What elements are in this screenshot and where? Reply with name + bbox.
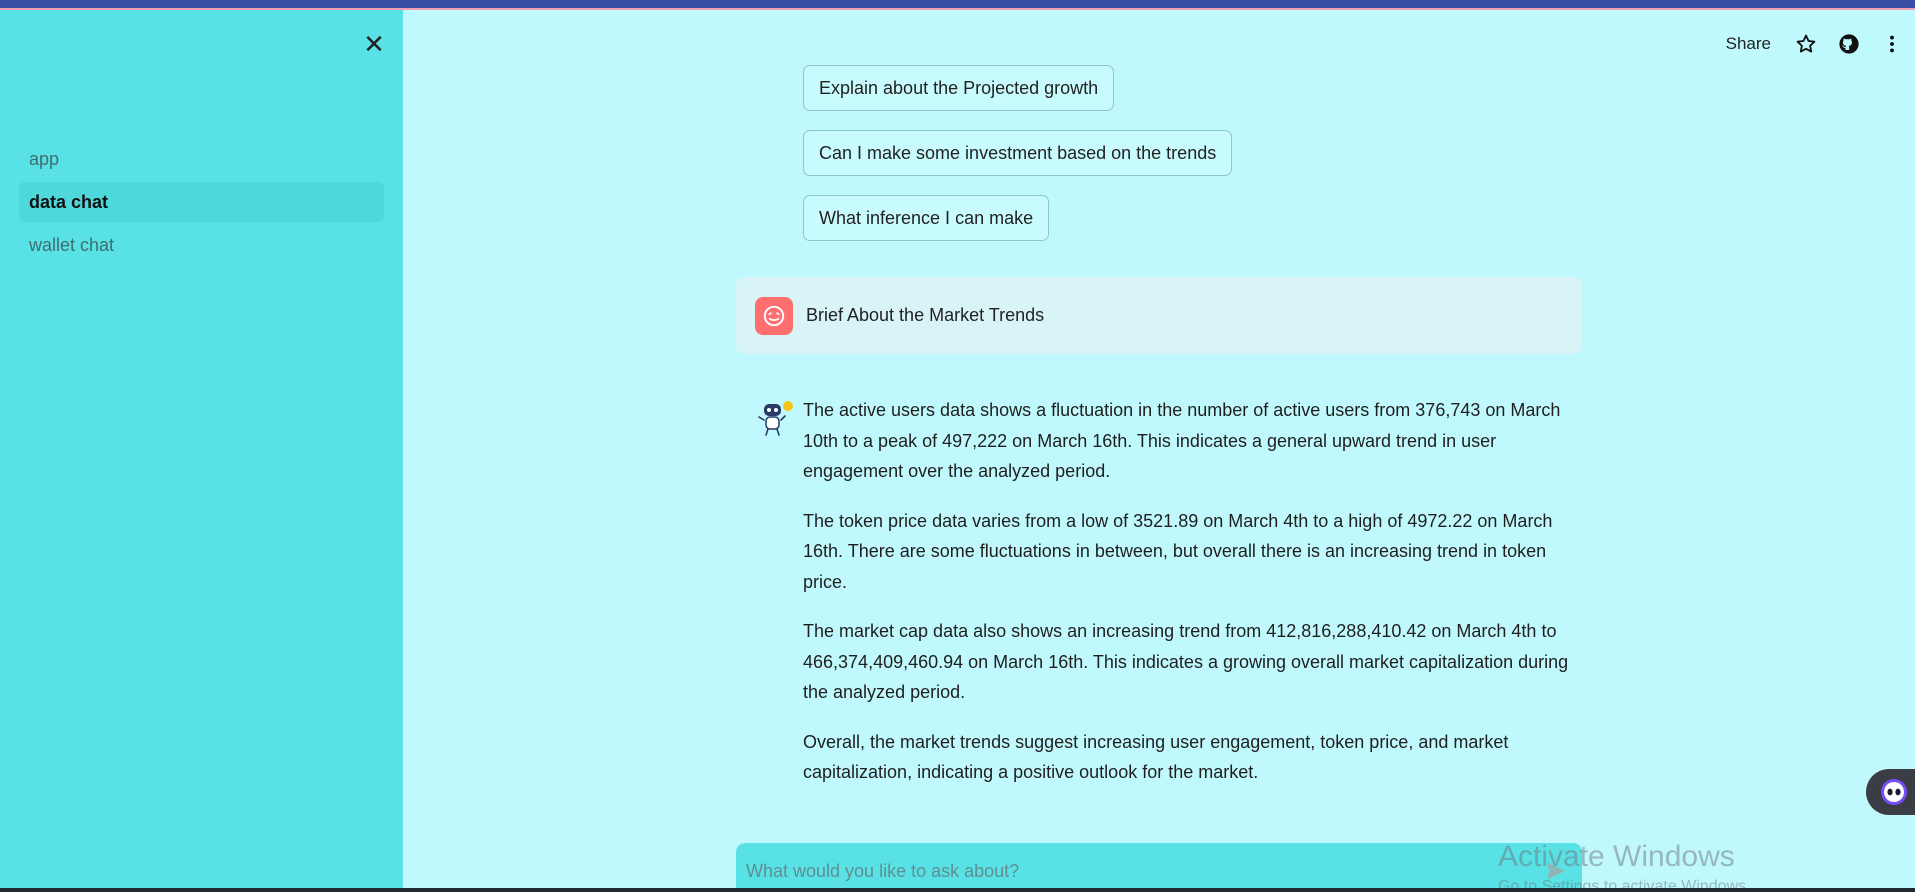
assistant-paragraph: The active users data shows a fluctuatio…	[803, 400, 1561, 481]
header-toolbar: Share	[1726, 26, 1915, 62]
star-icon[interactable]	[1793, 31, 1819, 57]
sidebar-item-app[interactable]: app	[19, 139, 384, 179]
sidebar-item-wallet-chat[interactable]: wallet chat	[19, 225, 384, 265]
assistant-paragraph: Overall, the market trends suggest incre…	[803, 731, 1509, 783]
assistant-paragraph: The market cap data also shows an increa…	[803, 621, 1569, 702]
suggestion-list: Explain about the Projected growth Can I…	[803, 65, 1233, 260]
suggestion-button[interactable]: What inference I can make	[803, 195, 1050, 241]
chat-input-box	[736, 843, 1582, 892]
top-stripe	[0, 0, 1915, 10]
more-vertical-icon[interactable]	[1879, 31, 1905, 57]
assistant-message: The active users data shows a fluctuatio…	[803, 395, 1583, 807]
close-sidebar-button[interactable]: ✕	[360, 30, 388, 58]
user-avatar-icon	[755, 297, 793, 335]
main-area: Share Explain about the Projected growth…	[403, 10, 1915, 892]
user-message: Brief About the Market Trends	[736, 277, 1582, 354]
github-icon[interactable]	[1836, 31, 1862, 57]
sidebar-item-data-chat[interactable]: data chat	[19, 182, 384, 222]
close-icon: ✕	[363, 29, 385, 59]
user-message-text: Brief About the Market Trends	[806, 305, 1045, 325]
suggestion-button[interactable]: Explain about the Projected growth	[803, 65, 1115, 111]
send-icon[interactable]	[1544, 859, 1568, 883]
share-button[interactable]: Share	[1726, 34, 1771, 54]
assistant-widget-icon	[1881, 779, 1907, 805]
taskbar-edge	[0, 888, 1915, 892]
sidebar-nav: app data chat wallet chat	[19, 139, 384, 268]
floating-assistant-widget[interactable]	[1866, 769, 1915, 815]
sidebar: ✕ app data chat wallet chat	[0, 10, 403, 888]
assistant-robot-icon	[755, 398, 795, 438]
chat-input[interactable]	[746, 857, 1506, 885]
assistant-paragraph: The token price data varies from a low o…	[803, 510, 1553, 592]
suggestion-button[interactable]: Can I make some investment based on the …	[803, 130, 1233, 176]
